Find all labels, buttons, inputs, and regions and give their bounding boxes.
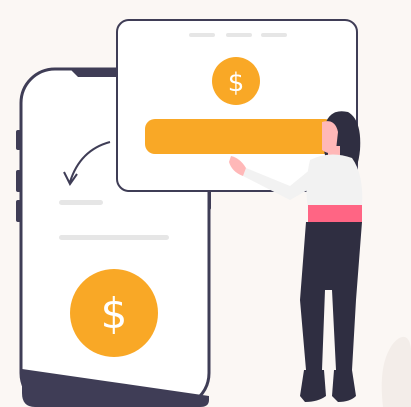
card-pay-bar (145, 119, 335, 154)
payment-illustration: $ $ (0, 0, 411, 407)
waist (308, 205, 362, 223)
placeholder-line-2 (59, 235, 169, 240)
phone-currency-symbol: $ (101, 289, 128, 338)
card-currency-symbol: $ (228, 68, 245, 98)
window-dash-3 (261, 33, 287, 37)
right-shoe (332, 370, 356, 402)
leaf-decoration (381, 336, 411, 407)
placeholder-line-1 (59, 200, 103, 205)
window-dash-2 (226, 33, 252, 37)
pants (300, 222, 362, 370)
window-dash-1 (189, 33, 215, 37)
